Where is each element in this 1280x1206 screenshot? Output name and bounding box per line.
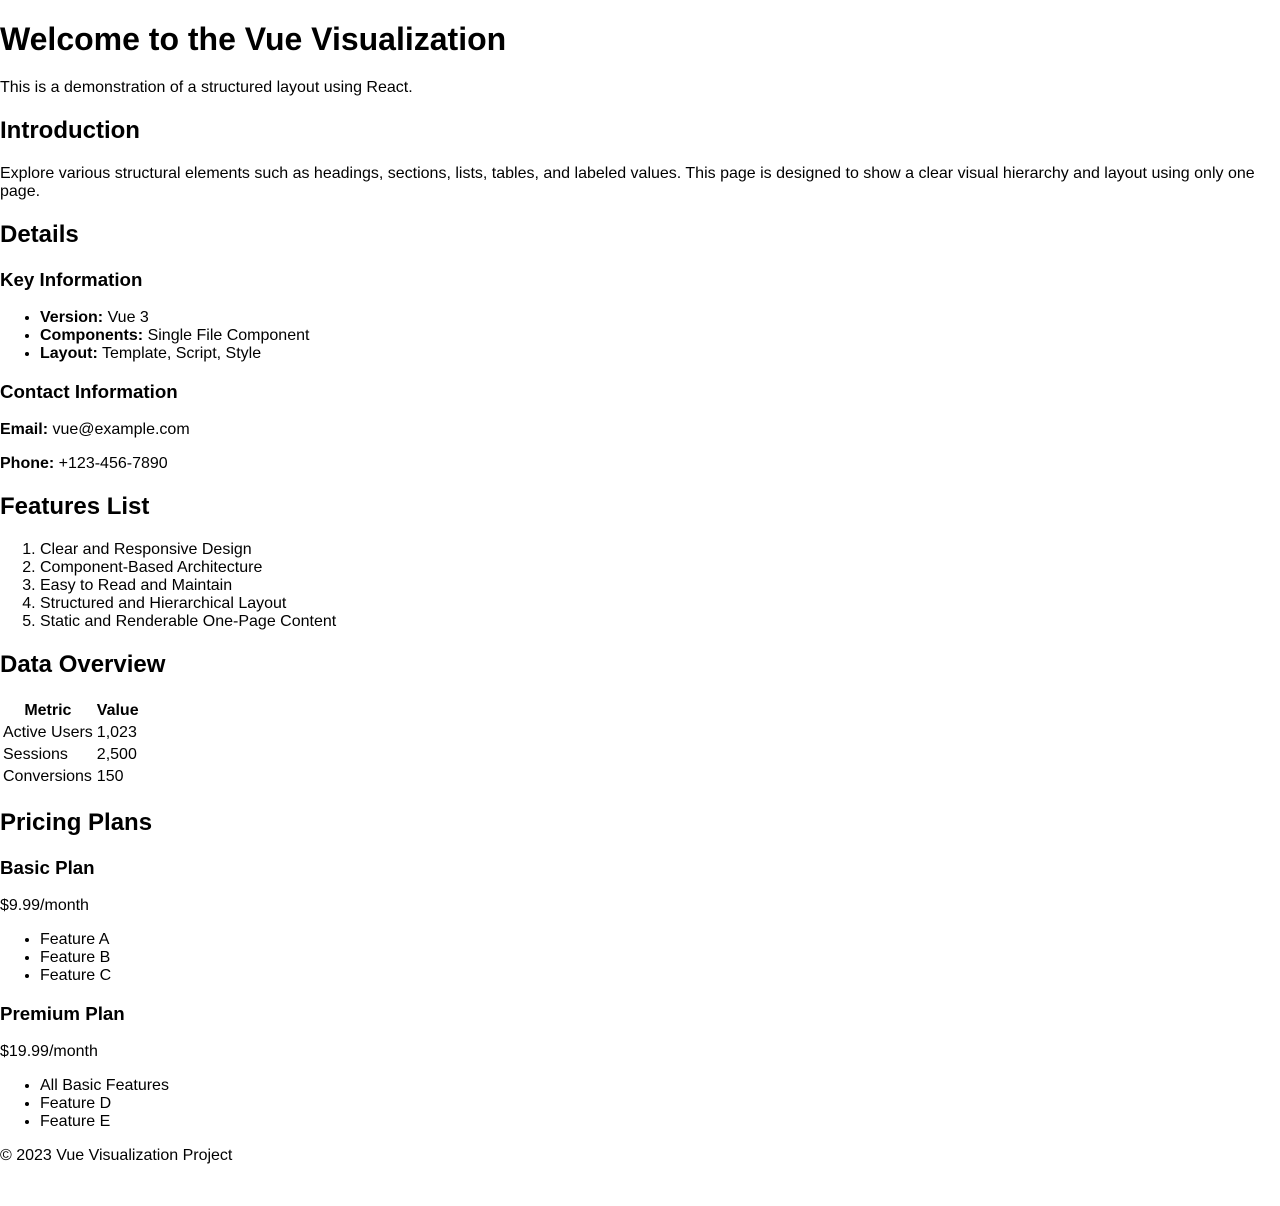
plan-feature-item: Feature D [40,1095,1280,1113]
key-info-value: Single File Component [147,327,310,344]
key-info-item-components: Components: Single File Component [40,327,1280,345]
contact-email: Email: vue@example.com [0,421,1280,439]
introduction-heading: Introduction [0,117,140,144]
value-cell: 150 [96,768,124,785]
introduction-section: Introduction Explore various structural … [0,117,1280,201]
plan-features-list: All Basic Features Feature D Feature E [0,1077,1280,1131]
key-info-item-version: Version: Vue 3 [40,309,1280,327]
plan-price: $19.99/month [0,1043,98,1060]
column-header-metric: Metric [24,702,72,719]
page-title: Welcome to the Vue Visualization [0,21,507,57]
email-value: vue@example.com [52,421,190,438]
data-overview-table: Metric Value Active Users 1,023 Sessions… [0,699,142,789]
data-overview-heading: Data Overview [0,651,166,678]
feature-item: Clear and Responsive Design [40,541,1280,559]
feature-item: Component-Based Architecture [40,559,1280,577]
table-row: Sessions 2,500 [2,745,140,765]
key-info-label: Layout: [40,345,98,362]
key-info-value: Template, Script, Style [101,345,262,362]
column-header-value: Value [96,702,139,719]
metric-cell: Conversions [3,768,92,785]
page-header: Welcome to the Vue Visualization This is… [0,21,1280,97]
details-heading: Details [0,221,79,248]
introduction-text: Explore various structural elements such… [0,165,1255,200]
key-info-value: Vue 3 [107,309,149,326]
plan-name: Basic Plan [0,857,95,878]
features-list: Clear and Responsive Design Component-Ba… [0,541,1280,631]
features-section: Features List Clear and Responsive Desig… [0,493,1280,631]
pricing-section: Pricing Plans Basic Plan $9.99/month Fea… [0,809,1280,1131]
plan-feature-item: Feature B [40,949,1280,967]
plan-feature-item: Feature E [40,1113,1280,1131]
plan-feature-item: Feature C [40,967,1280,985]
features-heading: Features List [0,493,150,520]
pricing-heading: Pricing Plans [0,809,153,836]
feature-item: Easy to Read and Maintain [40,577,1280,595]
table-row: Conversions 150 [2,767,140,787]
page-subtitle: This is a demonstration of a structured … [0,79,413,96]
email-label: Email: [0,421,49,438]
metric-cell: Active Users [3,724,93,741]
table-header-row: Metric Value [2,701,140,721]
plan-feature-item: All Basic Features [40,1077,1280,1095]
value-cell: 2,500 [96,746,137,763]
plan-price: $9.99/month [0,897,89,914]
key-information-heading: Key Information [0,269,143,290]
data-overview-section: Data Overview Metric Value Active Users … [0,651,1280,789]
feature-item: Structured and Hierarchical Layout [40,595,1280,613]
key-info-label: Components: [40,327,144,344]
value-cell: 1,023 [96,724,137,741]
pricing-plan-premium: Premium Plan $19.99/month All Basic Feat… [0,1003,1280,1131]
footer-text: © 2023 Vue Visualization Project [0,1147,233,1164]
phone-label: Phone: [0,455,55,472]
feature-item: Static and Renderable One-Page Content [40,613,1280,631]
plan-features-list: Feature A Feature B Feature C [0,931,1280,985]
metric-cell: Sessions [3,746,68,763]
key-info-item-layout: Layout: Template, Script, Style [40,345,1280,363]
contact-phone: Phone: +123-456-7890 [0,455,1280,473]
phone-value: +123-456-7890 [58,455,168,472]
table-row: Active Users 1,023 [2,723,140,743]
pricing-plan-basic: Basic Plan $9.99/month Feature A Feature… [0,857,1280,985]
key-info-label: Version: [40,309,104,326]
contact-information-heading: Contact Information [0,381,178,402]
plan-name: Premium Plan [0,1003,125,1024]
page-footer: © 2023 Vue Visualization Project [0,1147,1280,1165]
key-information-list: Version: Vue 3 Components: Single File C… [0,309,1280,363]
details-section: Details Key Information Version: Vue 3 C… [0,221,1280,473]
plan-feature-item: Feature A [40,931,1280,949]
